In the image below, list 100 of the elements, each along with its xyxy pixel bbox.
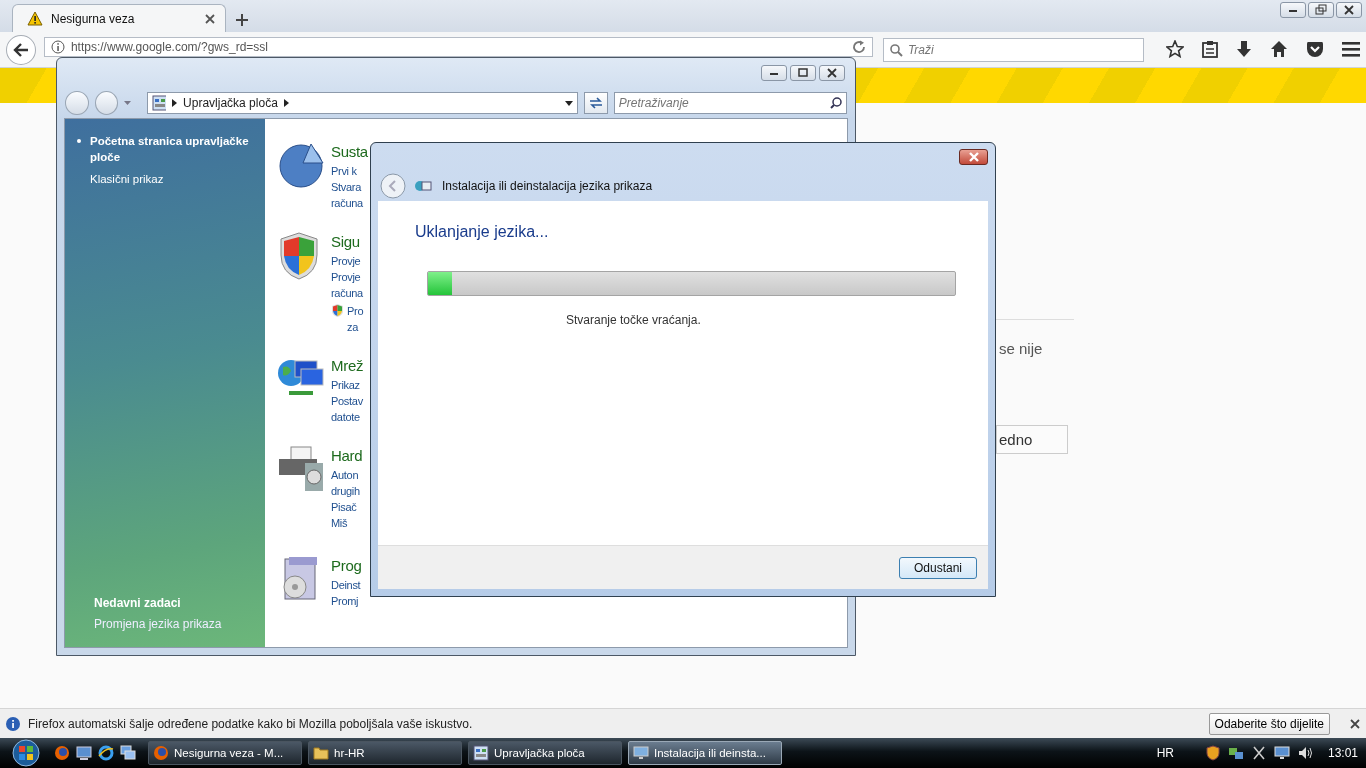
- refresh-icon: [588, 97, 603, 109]
- back-arrow-icon: [12, 43, 29, 57]
- close-icon[interactable]: [205, 13, 215, 24]
- close-icon: [826, 67, 838, 79]
- category-link[interactable]: Postav: [331, 393, 364, 409]
- control-panel-icon: [473, 745, 489, 761]
- menu-icon[interactable]: [1342, 41, 1360, 57]
- monitor-icon: [633, 745, 649, 761]
- clipboard-icon[interactable]: [1202, 40, 1218, 58]
- category-link[interactable]: Pro: [347, 303, 364, 319]
- language-indicator[interactable]: HR: [1156, 746, 1174, 760]
- category-title[interactable]: Susta: [331, 143, 368, 160]
- search-field[interactable]: Pretraživanje: [613, 92, 847, 114]
- category-link[interactable]: Miš: [331, 515, 363, 531]
- back-button-icon[interactable]: [380, 172, 406, 199]
- taskbar-button[interactable]: Upravljačka ploča: [468, 741, 622, 765]
- info-icon: [6, 716, 20, 731]
- category-link[interactable]: za: [347, 319, 364, 335]
- choose-button[interactable]: Odaberite što dijelite: [1208, 712, 1330, 735]
- search-icon: [889, 43, 903, 57]
- download-icon[interactable]: [1236, 40, 1252, 58]
- search-field[interactable]: Traži: [882, 38, 1144, 62]
- close-button[interactable]: [959, 148, 988, 165]
- new-tab-icon[interactable]: [236, 14, 248, 26]
- pocket-icon[interactable]: [1306, 40, 1324, 58]
- category-title[interactable]: Prog: [331, 557, 362, 574]
- maximize-icon: [797, 67, 809, 79]
- category-link[interactable]: Deinst: [331, 577, 362, 593]
- browser-e-icon[interactable]: [98, 745, 114, 761]
- dialog-title: Instalacija ili deinstalacija jezika prikaza: [442, 178, 653, 193]
- minimize-button[interactable]: [1280, 2, 1306, 18]
- refresh-button[interactable]: [584, 92, 608, 114]
- speaker-icon[interactable]: [1297, 745, 1314, 761]
- category-link[interactable]: Prvi k: [331, 163, 368, 179]
- security-shield-icon[interactable]: [1205, 745, 1220, 761]
- url-text: https://www.google.com/?gws_rd=ssl: [70, 40, 269, 54]
- page-text: se nije: [998, 340, 1044, 357]
- star-icon[interactable]: [1166, 40, 1184, 58]
- category-title[interactable]: Mrež: [331, 357, 364, 374]
- clock[interactable]: 13:01: [1327, 746, 1358, 760]
- info-icon: [50, 40, 65, 54]
- restore-icon: [1315, 4, 1327, 16]
- category-link[interactable]: Provje: [331, 253, 364, 269]
- close-icon: [967, 151, 980, 162]
- notification-text: Firefox automatski šalje određene podatke kako bi Mozilla poboljšala vaše iskustvo.: [28, 716, 474, 731]
- cancel-button[interactable]: Odustani: [899, 556, 977, 579]
- shield-icon[interactable]: [277, 231, 321, 281]
- address-bar[interactable]: https://www.google.com/?gws_rd=ssl: [43, 37, 873, 57]
- taskbar-button[interactable]: Nesigurna veza - M...: [148, 741, 302, 765]
- dialog-heading: Uklanjanje jezika...: [415, 223, 550, 241]
- home-icon[interactable]: [1270, 40, 1288, 58]
- reload-icon[interactable]: [851, 40, 866, 54]
- page-button[interactable]: edno: [996, 425, 1068, 454]
- category-link[interactable]: drugih: [331, 483, 363, 499]
- dropdown-arrow-icon[interactable]: [565, 100, 574, 106]
- search-input[interactable]: Traži: [907, 43, 1137, 57]
- search-input[interactable]: Pretraživanje: [618, 96, 830, 110]
- close-icon: [1343, 4, 1355, 16]
- chevron-icon: [283, 99, 289, 107]
- close-button[interactable]: [1336, 2, 1362, 18]
- firefox-icon[interactable]: [54, 745, 70, 761]
- sidebar-link[interactable]: Klasični prikaz: [90, 171, 262, 187]
- breadcrumb-item[interactable]: Upravljačka ploča: [183, 96, 278, 110]
- pie-chart-icon[interactable]: [277, 141, 327, 189]
- category-link[interactable]: Pisač: [331, 499, 363, 515]
- bullet-icon: [77, 139, 81, 143]
- category-link[interactable]: Promj: [331, 593, 362, 609]
- windows-switch-icon[interactable]: [120, 745, 136, 761]
- category-link[interactable]: računa: [331, 195, 368, 211]
- browser-tab[interactable]: Nesigurna veza: [12, 4, 226, 32]
- category-link[interactable]: Provje: [331, 269, 364, 285]
- category-link[interactable]: Auton: [331, 467, 363, 483]
- firefox-icon: [153, 745, 169, 761]
- monitor-icon[interactable]: [1273, 745, 1290, 761]
- minimize-button[interactable]: [761, 65, 787, 81]
- category-title[interactable]: Sigu: [331, 233, 364, 250]
- shield-icon: [331, 303, 344, 318]
- desktop-icon[interactable]: [76, 745, 92, 761]
- taskbar-button[interactable]: Instalacija ili deinsta...: [628, 741, 782, 765]
- status-text: Stvaranje točke vraćanja.: [566, 313, 702, 327]
- close-button[interactable]: [819, 65, 845, 81]
- taskbar-button[interactable]: hr-HR: [308, 741, 462, 765]
- folder-icon: [313, 745, 329, 761]
- warning-icon: [27, 11, 43, 26]
- category-title[interactable]: Hard: [331, 447, 363, 464]
- maximize-button[interactable]: [790, 65, 816, 81]
- section-title: Nedavni zadaci: [93, 596, 182, 610]
- control-panel-icon: [152, 95, 167, 111]
- category-link[interactable]: Prikaz: [331, 377, 364, 393]
- close-icon[interactable]: [1350, 718, 1360, 729]
- category-link[interactable]: Stvara: [331, 179, 368, 195]
- back-button[interactable]: [6, 35, 36, 65]
- search-icon: [830, 97, 842, 109]
- restore-button[interactable]: [1308, 2, 1334, 18]
- network-icon[interactable]: [1227, 745, 1244, 761]
- sidebar-link[interactable]: Početna stranica upravljačke ploče: [90, 133, 262, 165]
- category-link[interactable]: datote: [331, 409, 364, 425]
- address-bar[interactable]: Upravljačka ploča: [147, 92, 579, 114]
- category-link[interactable]: računa: [331, 285, 364, 301]
- chevron-icon: [172, 99, 178, 107]
